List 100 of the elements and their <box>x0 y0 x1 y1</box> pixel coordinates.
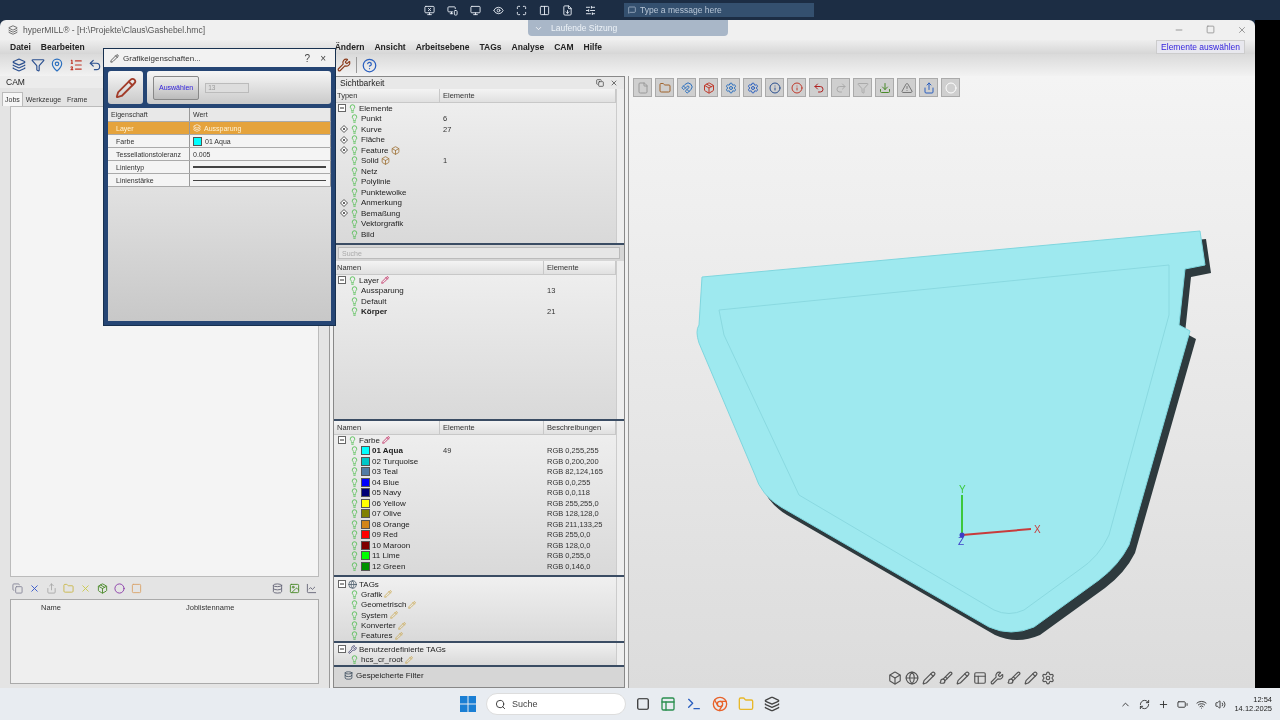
menu-item[interactable]: Ansicht <box>374 42 406 52</box>
scrollbar[interactable] <box>616 89 624 243</box>
scrollbar[interactable] <box>616 421 624 575</box>
tree-item[interactable]: 02 Turquoise <box>372 456 419 466</box>
monitor-x-icon[interactable] <box>424 4 435 16</box>
tree-item[interactable]: 11 Lime <box>372 551 400 561</box>
menu-item[interactable]: Analyse <box>511 42 545 52</box>
collapse-icon[interactable] <box>338 276 346 285</box>
diamond-toggle-icon[interactable] <box>340 198 348 207</box>
tree-item[interactable]: 05 Navy <box>372 488 402 498</box>
tree-item[interactable]: Grafik <box>361 590 383 599</box>
toolbar-button[interactable] <box>765 78 784 97</box>
close-button[interactable]: × <box>317 52 329 64</box>
toolbar-button[interactable] <box>721 78 740 97</box>
toolbar-button[interactable] <box>875 78 894 97</box>
help-button[interactable]: ? <box>301 52 314 64</box>
tree-item[interactable]: Punktewolke <box>361 187 407 197</box>
tree-item[interactable]: Vektorgrafik <box>361 219 404 229</box>
tree-item[interactable]: 07 Olive <box>372 509 402 519</box>
diamond-toggle-icon[interactable] <box>340 209 348 218</box>
undo-icon[interactable] <box>88 58 102 72</box>
tree-item[interactable]: Kurve <box>361 124 382 134</box>
taskbar-search-field[interactable]: Suche <box>486 693 626 715</box>
tree-item[interactable]: 09 Red <box>372 530 398 540</box>
marker-icon[interactable] <box>1024 671 1038 685</box>
tree-item[interactable]: System <box>361 610 388 620</box>
tree-item[interactable]: Feature <box>361 145 389 155</box>
menu-item[interactable]: Ändern <box>334 42 365 52</box>
task-view-icon[interactable] <box>636 697 650 711</box>
pencil-icon[interactable] <box>381 436 390 445</box>
tree-node-label[interactable]: Benutzerdefinierte TAGs <box>359 644 446 654</box>
terminal-icon[interactable] <box>686 696 702 712</box>
circle-icon[interactable] <box>114 582 125 594</box>
brush-icon[interactable] <box>939 671 953 685</box>
sync-icon[interactable] <box>1139 698 1151 710</box>
tree-item[interactable]: 01 Aqua <box>372 446 403 456</box>
image-icon[interactable] <box>289 582 300 594</box>
toolbar-button[interactable] <box>897 78 916 97</box>
tree-item[interactable]: Fläche <box>361 135 385 145</box>
wrench-icon[interactable] <box>990 671 1004 685</box>
battery-icon[interactable] <box>1177 698 1189 710</box>
eye-icon[interactable] <box>493 4 504 16</box>
wifi-icon[interactable] <box>1196 698 1208 710</box>
speaker-icon[interactable] <box>1215 698 1227 710</box>
tree-item[interactable]: Körper <box>361 307 388 317</box>
delete-icon[interactable] <box>29 582 40 594</box>
tree-item[interactable]: Anmerkung <box>361 198 402 208</box>
close-icon[interactable] <box>1237 25 1247 35</box>
toolbar-button[interactable] <box>677 78 696 97</box>
tree-item[interactable]: 06 Yellow <box>372 498 406 508</box>
tree-node-label[interactable]: Farbe <box>359 435 380 445</box>
fullscreen-icon[interactable] <box>516 4 527 16</box>
pencil-icon[interactable] <box>381 276 389 285</box>
paint-icon[interactable] <box>1007 671 1021 685</box>
tree-node-label[interactable]: Elemente <box>359 103 393 113</box>
pen-icon[interactable] <box>956 671 970 685</box>
diamond-toggle-icon[interactable] <box>340 125 348 134</box>
tool-tile[interactable] <box>108 71 143 104</box>
tree-item[interactable]: Polylinie <box>361 177 391 187</box>
monitors-icon[interactable] <box>447 4 458 16</box>
tree-item[interactable]: 03 Teal <box>372 467 398 477</box>
scrollbar[interactable] <box>616 643 624 665</box>
tree-item[interactable]: Gespeicherte Filter <box>356 671 424 680</box>
tree-item[interactable]: Solid <box>361 156 379 166</box>
tree-item[interactable]: Aussparung <box>361 286 404 296</box>
toolbar-button[interactable] <box>743 78 762 97</box>
browser-icon[interactable] <box>712 696 728 712</box>
undock-icon[interactable] <box>596 79 604 87</box>
wrench-icon[interactable] <box>337 58 351 72</box>
tree-node-label[interactable]: Layer <box>359 275 379 285</box>
split-view-icon[interactable] <box>539 4 550 16</box>
tree-item[interactable]: Konverter <box>361 621 396 630</box>
scrollbar[interactable] <box>616 261 624 419</box>
gear-icon[interactable] <box>1041 671 1055 685</box>
collapse-icon[interactable] <box>338 645 346 654</box>
tree-item[interactable]: Default <box>361 296 387 306</box>
menu-item[interactable]: Hilfe <box>583 42 602 52</box>
app-icon[interactable] <box>764 696 780 712</box>
toolbar-button[interactable] <box>699 78 718 97</box>
menu-item[interactable]: TAGs <box>479 42 502 52</box>
chart-icon[interactable] <box>306 582 317 594</box>
tree-item[interactable]: Bild <box>361 229 375 239</box>
tree-item[interactable]: 08 Orange <box>372 519 410 529</box>
toolbar-button[interactable] <box>941 78 960 97</box>
toolbar-button[interactable] <box>809 78 828 97</box>
tree-item[interactable]: hcs_cr_root <box>361 655 403 665</box>
scrollbar[interactable] <box>616 577 624 641</box>
database-icon[interactable] <box>272 582 283 594</box>
layout-icon[interactable] <box>973 671 987 685</box>
tree-item[interactable]: Bemaßung <box>361 208 401 218</box>
tree-item[interactable]: 04 Blue <box>372 477 400 487</box>
package-icon[interactable] <box>97 582 108 594</box>
collapse-icon[interactable] <box>338 580 346 589</box>
file-download-icon[interactable] <box>562 4 573 16</box>
collapse-icon[interactable] <box>338 104 346 113</box>
globe-icon[interactable] <box>905 671 919 685</box>
pencil-icon[interactable] <box>922 671 936 685</box>
toolbar-button[interactable] <box>787 78 806 97</box>
tree-item[interactable]: 10 Maroon <box>372 540 411 550</box>
help-icon[interactable] <box>362 57 377 73</box>
